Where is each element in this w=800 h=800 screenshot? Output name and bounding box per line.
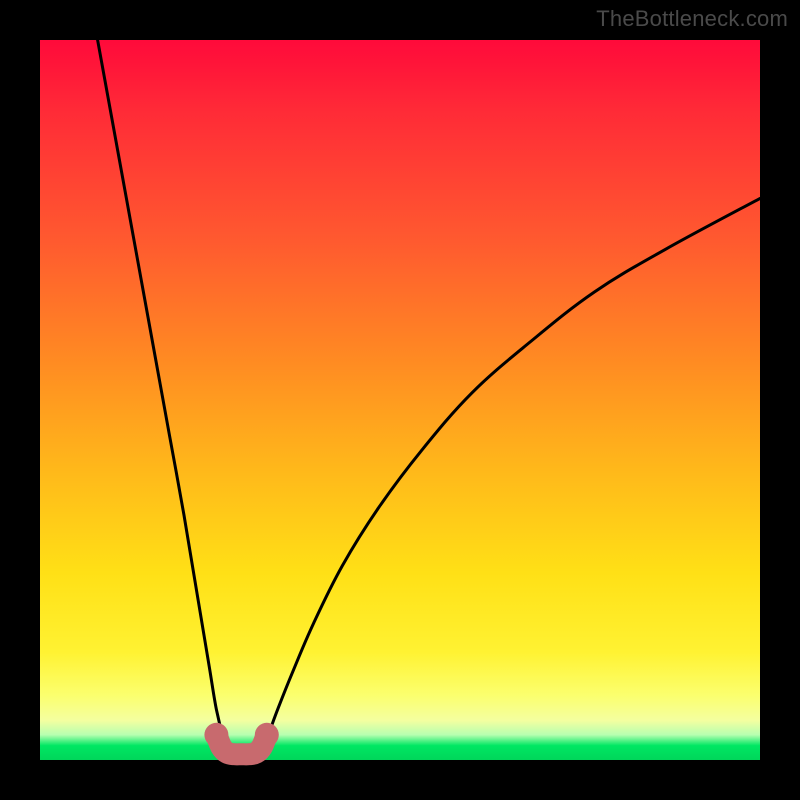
bottleneck-curve	[98, 40, 760, 754]
trough-marker-cap	[204, 723, 228, 747]
trough-marker-cap	[255, 723, 279, 747]
chart-svg	[40, 40, 760, 760]
watermark-text: TheBottleneck.com	[596, 6, 788, 32]
plot-area	[40, 40, 760, 760]
chart-frame: TheBottleneck.com	[0, 0, 800, 800]
